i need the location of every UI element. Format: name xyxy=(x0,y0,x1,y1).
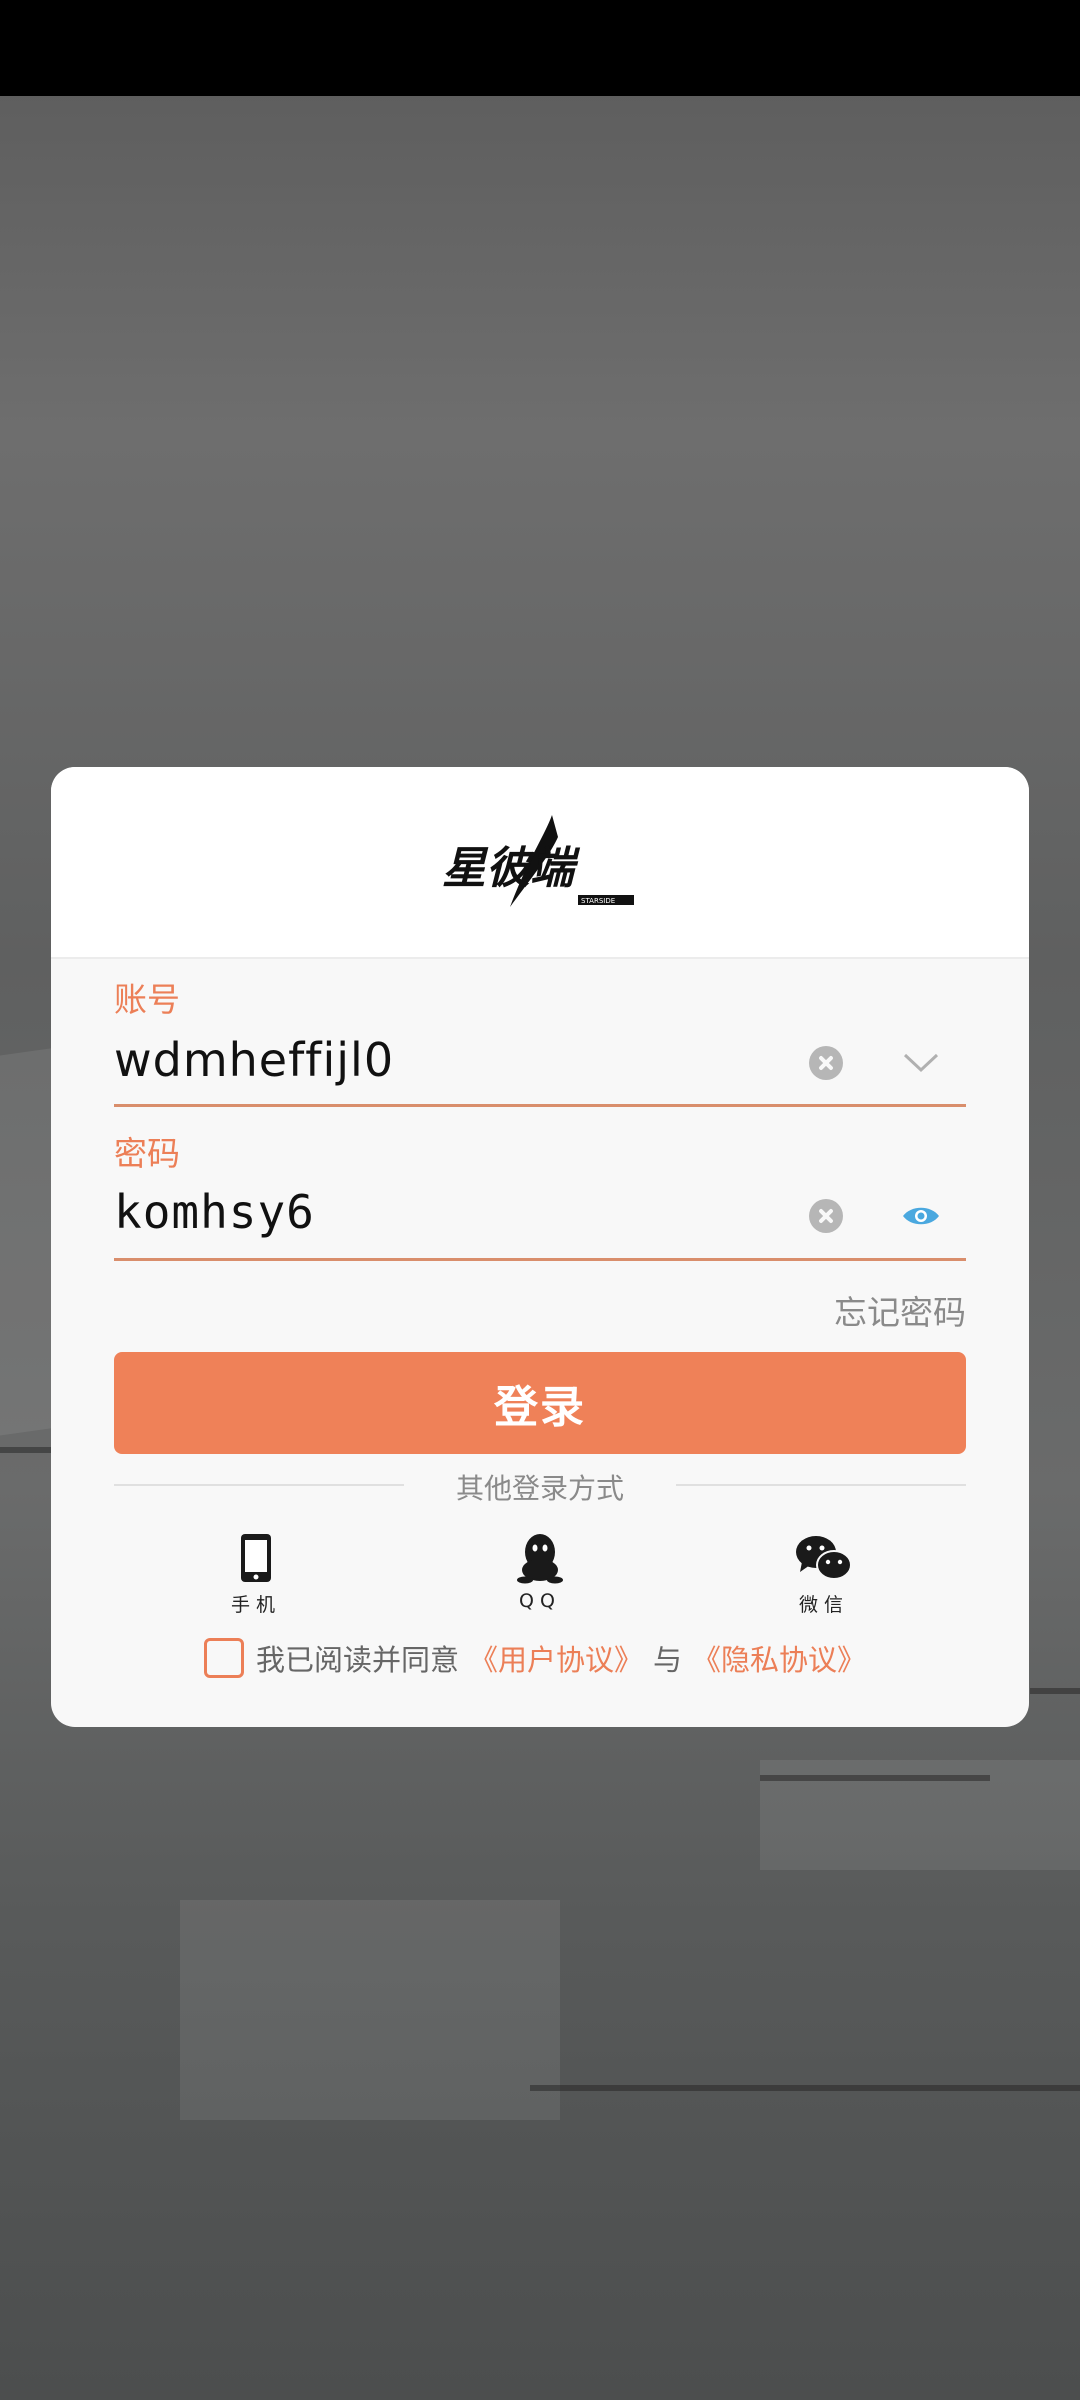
login-screen: 星彼端 STARSIDE 账号 wdmheffijl0 密码 komhsy6 忘… xyxy=(0,0,1080,2400)
background-tile xyxy=(180,1900,560,2120)
password-label: 密码 xyxy=(114,1134,180,1173)
qq-login-label: QQ xyxy=(519,1590,561,1612)
background-line xyxy=(1030,1688,1080,1694)
status-bar xyxy=(0,0,1080,96)
divider-right xyxy=(676,1484,966,1486)
background-line xyxy=(760,1775,990,1781)
agreement-checkbox[interactable] xyxy=(204,1638,244,1678)
qq-icon xyxy=(517,1534,563,1584)
account-label: 账号 xyxy=(114,980,180,1019)
clear-account-icon[interactable] xyxy=(809,1046,843,1080)
chevron-down-icon[interactable] xyxy=(901,1043,941,1083)
login-button[interactable]: 登录 xyxy=(114,1352,966,1454)
agreement-and-text: 与 xyxy=(653,1643,683,1677)
password-input[interactable]: komhsy6 xyxy=(114,1185,315,1239)
phone-login-label: 手机 xyxy=(230,1594,281,1616)
wechat-login-label: 微信 xyxy=(798,1594,849,1616)
wechat-icon xyxy=(796,1536,852,1580)
account-input[interactable]: wdmheffijl0 xyxy=(114,1033,394,1087)
eye-icon[interactable] xyxy=(901,1201,941,1231)
starside-logo: 星彼端 STARSIDE xyxy=(442,815,634,907)
account-underline xyxy=(114,1104,966,1107)
login-card: 星彼端 STARSIDE 账号 wdmheffijl0 密码 komhsy6 忘… xyxy=(51,767,1029,1727)
logo-subtext: STARSIDE xyxy=(581,897,615,905)
wechat-login-button[interactable]: 微信 xyxy=(764,1532,884,1617)
user-agreement-link[interactable]: 《用户协议》 xyxy=(469,1637,643,1679)
agreement-row: 我已阅读并同意 《用户协议》 与 《隐私协议》 xyxy=(204,1635,876,1681)
logo-text: 星彼端 xyxy=(442,843,581,894)
forgot-password-link[interactable]: 忘记密码 xyxy=(834,1286,966,1334)
card-header: 星彼端 STARSIDE xyxy=(51,767,1029,959)
other-login-methods-label: 其他登录方式 xyxy=(455,1472,624,1505)
qq-login-button[interactable]: QQ xyxy=(480,1532,600,1612)
privacy-agreement-link[interactable]: 《隐私协议》 xyxy=(692,1637,866,1679)
phone-icon xyxy=(241,1534,271,1582)
phone-login-button[interactable]: 手机 xyxy=(196,1532,316,1617)
background-line xyxy=(530,2085,1080,2091)
clear-password-icon[interactable] xyxy=(809,1199,843,1233)
agreement-text: 我已阅读并同意 xyxy=(256,1643,460,1677)
password-underline xyxy=(114,1258,966,1261)
